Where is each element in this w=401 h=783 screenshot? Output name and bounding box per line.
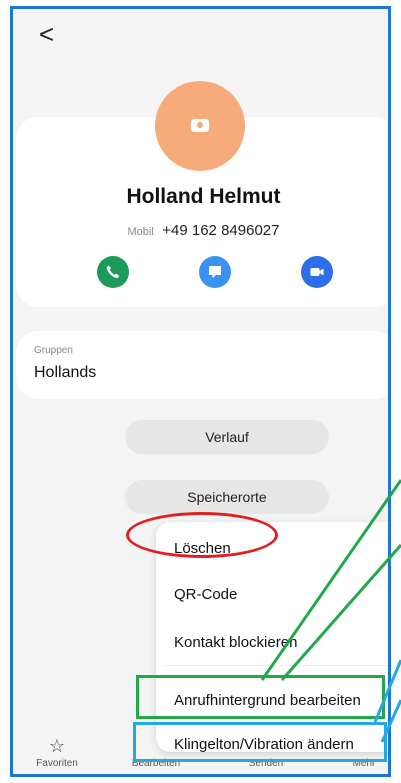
blue-arrow-line [373, 659, 401, 723]
green-arrow-line [260, 479, 401, 681]
blue-arrow-line [380, 699, 401, 743]
annotation-arrows [260, 479, 401, 743]
